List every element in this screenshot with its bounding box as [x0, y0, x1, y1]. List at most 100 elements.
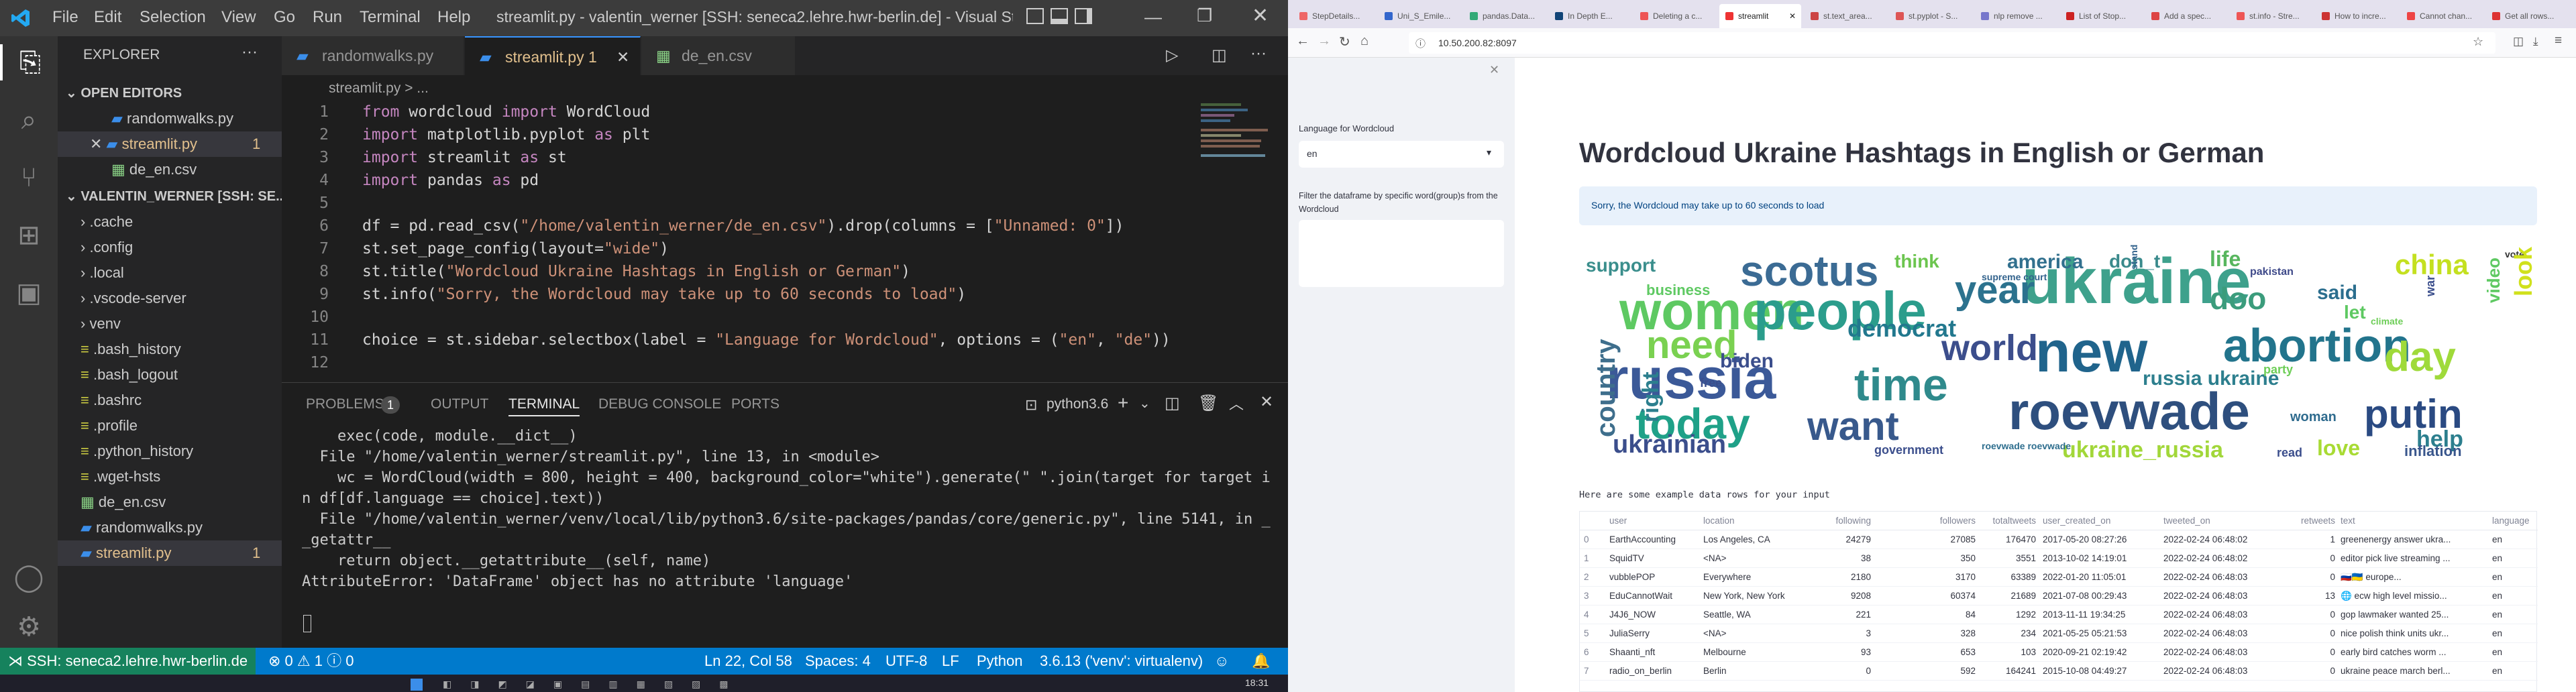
page-info-icon[interactable]: ⓘ: [1415, 36, 1426, 50]
table-row[interactable]: 5 JuliaSerry <NA> 3 328 234 2021-05-25 05:21:5…: [1580, 624, 2538, 643]
file-item[interactable]: ▦ de_en.csv: [58, 489, 282, 515]
data-table[interactable]: user location following followers totaltweet…: [1579, 511, 2538, 692]
browser-tab[interactable]: Get all rows...: [2486, 4, 2568, 28]
maximize-panel-icon[interactable]: ︿: [1229, 392, 1244, 414]
bookmark-star-icon[interactable]: ☆: [2473, 35, 2483, 49]
problems-status[interactable]: ⊗ 0 ⚠ 1 ⓘ 0: [268, 648, 354, 675]
tab-output[interactable]: OUTPUT: [431, 392, 488, 416]
browser-tab[interactable]: Uni_S_Emile...: [1379, 4, 1460, 28]
windows-start-icon[interactable]: [411, 679, 423, 691]
terminal-dropdown-icon[interactable]: ⌄: [1139, 395, 1150, 412]
file-item[interactable]: ≡ .bashrc: [58, 388, 282, 413]
browser-menu-icon[interactable]: ≡: [2555, 34, 2562, 48]
browser-tab[interactable]: pandas.Data...: [1464, 4, 1546, 28]
reload-icon[interactable]: ↻: [1339, 34, 1350, 50]
file-item[interactable]: ≡ .bash_history: [58, 337, 282, 362]
extensions-icon[interactable]: ⊞: [11, 217, 47, 253]
workspace-header[interactable]: ⌄ VALENTIN_WERNER [SSH: SE...: [66, 184, 287, 209]
menu-help[interactable]: Help: [437, 8, 470, 27]
tab-de-en-csv[interactable]: ▦ de_en.csv: [641, 36, 796, 75]
indentation[interactable]: Spaces: 4: [805, 648, 871, 675]
downloads-icon[interactable]: ⤓: [2533, 35, 2538, 48]
file-item[interactable]: ≡ .wget-hsts: [58, 464, 282, 489]
table-row[interactable]: 3 EduCannotWait New York, New York 9208 6037…: [1580, 587, 2538, 606]
column-header[interactable]: retweets: [2284, 512, 2335, 530]
browser-tab[interactable]: In Depth E...: [1549, 4, 1631, 28]
tab-randomwalks[interactable]: ▰ randomwalks.py: [282, 36, 464, 75]
column-header[interactable]: [1584, 512, 1604, 530]
column-header[interactable]: followers: [1929, 512, 1976, 530]
minimap[interactable]: [1201, 101, 1275, 188]
tab-debug-console[interactable]: DEBUG CONSOLE: [598, 392, 721, 416]
browser-tab[interactable]: streamlit ✕: [1719, 4, 1801, 28]
terminal-name[interactable]: python3.6: [1046, 396, 1108, 412]
browser-tab[interactable]: Deleting a c...: [1634, 4, 1716, 28]
menu-go[interactable]: Go: [274, 8, 295, 27]
layout-toggle-icons[interactable]: [1026, 8, 1127, 28]
run-python-icon[interactable]: ▷: [1166, 46, 1178, 65]
editor-more-icon[interactable]: ···: [1250, 44, 1267, 63]
python-interpreter[interactable]: 3.6.13 ('venv': virtualenv): [1040, 648, 1203, 675]
folder-item[interactable]: › venv: [58, 311, 282, 337]
breadcrumb[interactable]: streamlit.py > ...: [329, 80, 429, 97]
cursor-position[interactable]: Ln 22, Col 58: [704, 648, 792, 675]
browser-tab[interactable]: List of Stop...: [2060, 4, 2142, 28]
split-editor-icon[interactable]: ◫: [1212, 46, 1227, 65]
column-header[interactable]: user_created_on: [2043, 512, 2157, 530]
menu-selection[interactable]: Selection: [140, 8, 206, 27]
back-icon[interactable]: ←: [1296, 34, 1309, 49]
file-item[interactable]: ▰ randomwalks.py: [58, 515, 282, 540]
address-bar[interactable]: ⓘ 10.50.200.82:8097 ☆: [1409, 32, 2496, 54]
terminal-output[interactable]: exec(code, module.__dict__) File "/home/…: [282, 426, 1288, 648]
browser-tab[interactable]: st.pyplot - S...: [1890, 4, 1972, 28]
forward-icon[interactable]: →: [1318, 34, 1331, 49]
home-icon[interactable]: ⌂: [1360, 34, 1368, 49]
open-editor-randomwalks[interactable]: ▰ randomwalks.py: [58, 106, 282, 131]
source-control-icon[interactable]: ⑂: [11, 160, 47, 196]
column-header[interactable]: user: [1609, 512, 1697, 530]
column-header[interactable]: tweeted_on: [2163, 512, 2277, 530]
folder-item[interactable]: › .cache: [58, 209, 282, 235]
minimize-icon[interactable]: —: [1144, 7, 1162, 27]
notifications-icon[interactable]: 🔔: [1252, 648, 1270, 675]
column-header[interactable]: language: [2492, 512, 2532, 530]
kill-terminal-icon[interactable]: 🗑: [1198, 394, 1218, 413]
table-row[interactable]: 0 EarthAccounting Los Angeles, CA 24279 2708…: [1580, 530, 2538, 549]
menu-view[interactable]: View: [221, 8, 256, 27]
open-editor-de-en-csv[interactable]: ▦ de_en.csv: [58, 157, 282, 182]
menu-terminal[interactable]: Terminal: [360, 8, 421, 27]
tab-problems[interactable]: PROBLEMS: [306, 392, 384, 416]
search-icon[interactable]: ⌕: [11, 102, 47, 138]
maximize-icon[interactable]: ❐: [1197, 5, 1212, 26]
menu-file[interactable]: File: [52, 8, 78, 27]
taskbar-apps-icon[interactable]: ◧◨◩◪▣▤▥▦▧▨▩: [443, 679, 953, 691]
browser-tab[interactable]: How to incre...: [2316, 4, 2398, 28]
open-editor-streamlit[interactable]: ✕ ▰ streamlit.py 1: [58, 131, 282, 157]
filter-textarea[interactable]: [1299, 220, 1504, 287]
file-item[interactable]: ▰ streamlit.py 1: [58, 540, 282, 566]
account-icon[interactable]: ◯: [11, 559, 47, 595]
tab-terminal[interactable]: TERMINAL: [508, 392, 580, 416]
split-terminal-icon[interactable]: ◫: [1165, 394, 1180, 413]
folder-item[interactable]: › .vscode-server: [58, 286, 282, 311]
close-panel-icon[interactable]: ✕: [1260, 392, 1273, 412]
remote-explorer-icon[interactable]: ▣: [11, 275, 47, 311]
close-window-icon[interactable]: ✕: [1252, 4, 1269, 27]
table-row[interactable]: 2 vubblePOP Everywhere 2180 3170 63389 2022-01…: [1580, 568, 2538, 587]
folder-item[interactable]: › .local: [58, 260, 282, 286]
folder-item[interactable]: › .config: [58, 235, 282, 260]
browser-tab[interactable]: nlp remove ...: [1975, 4, 2057, 28]
menu-edit[interactable]: Edit: [94, 8, 121, 27]
line-ending[interactable]: LF: [942, 648, 959, 675]
more-actions-icon[interactable]: ···: [241, 43, 258, 62]
column-header[interactable]: totaltweets: [1982, 512, 2036, 530]
language-select[interactable]: en ▾: [1299, 141, 1504, 168]
open-editors-header[interactable]: ⌄ OPEN EDITORS: [66, 80, 182, 106]
language-mode[interactable]: Python: [977, 648, 1023, 675]
code-editor[interactable]: 1 from wordcloud import WordCloud 2 import …: [282, 101, 1201, 382]
table-row[interactable]: 1 SquidTV <NA> 38 350 3551 2013-10-02 14:19:01…: [1580, 549, 2538, 568]
close-tab-icon[interactable]: ✕: [1789, 4, 1796, 28]
browser-tab[interactable]: st.info - Stre...: [2231, 4, 2312, 28]
close-sidebar-icon[interactable]: ✕: [1489, 63, 1499, 77]
column-header[interactable]: following: [1831, 512, 1871, 530]
